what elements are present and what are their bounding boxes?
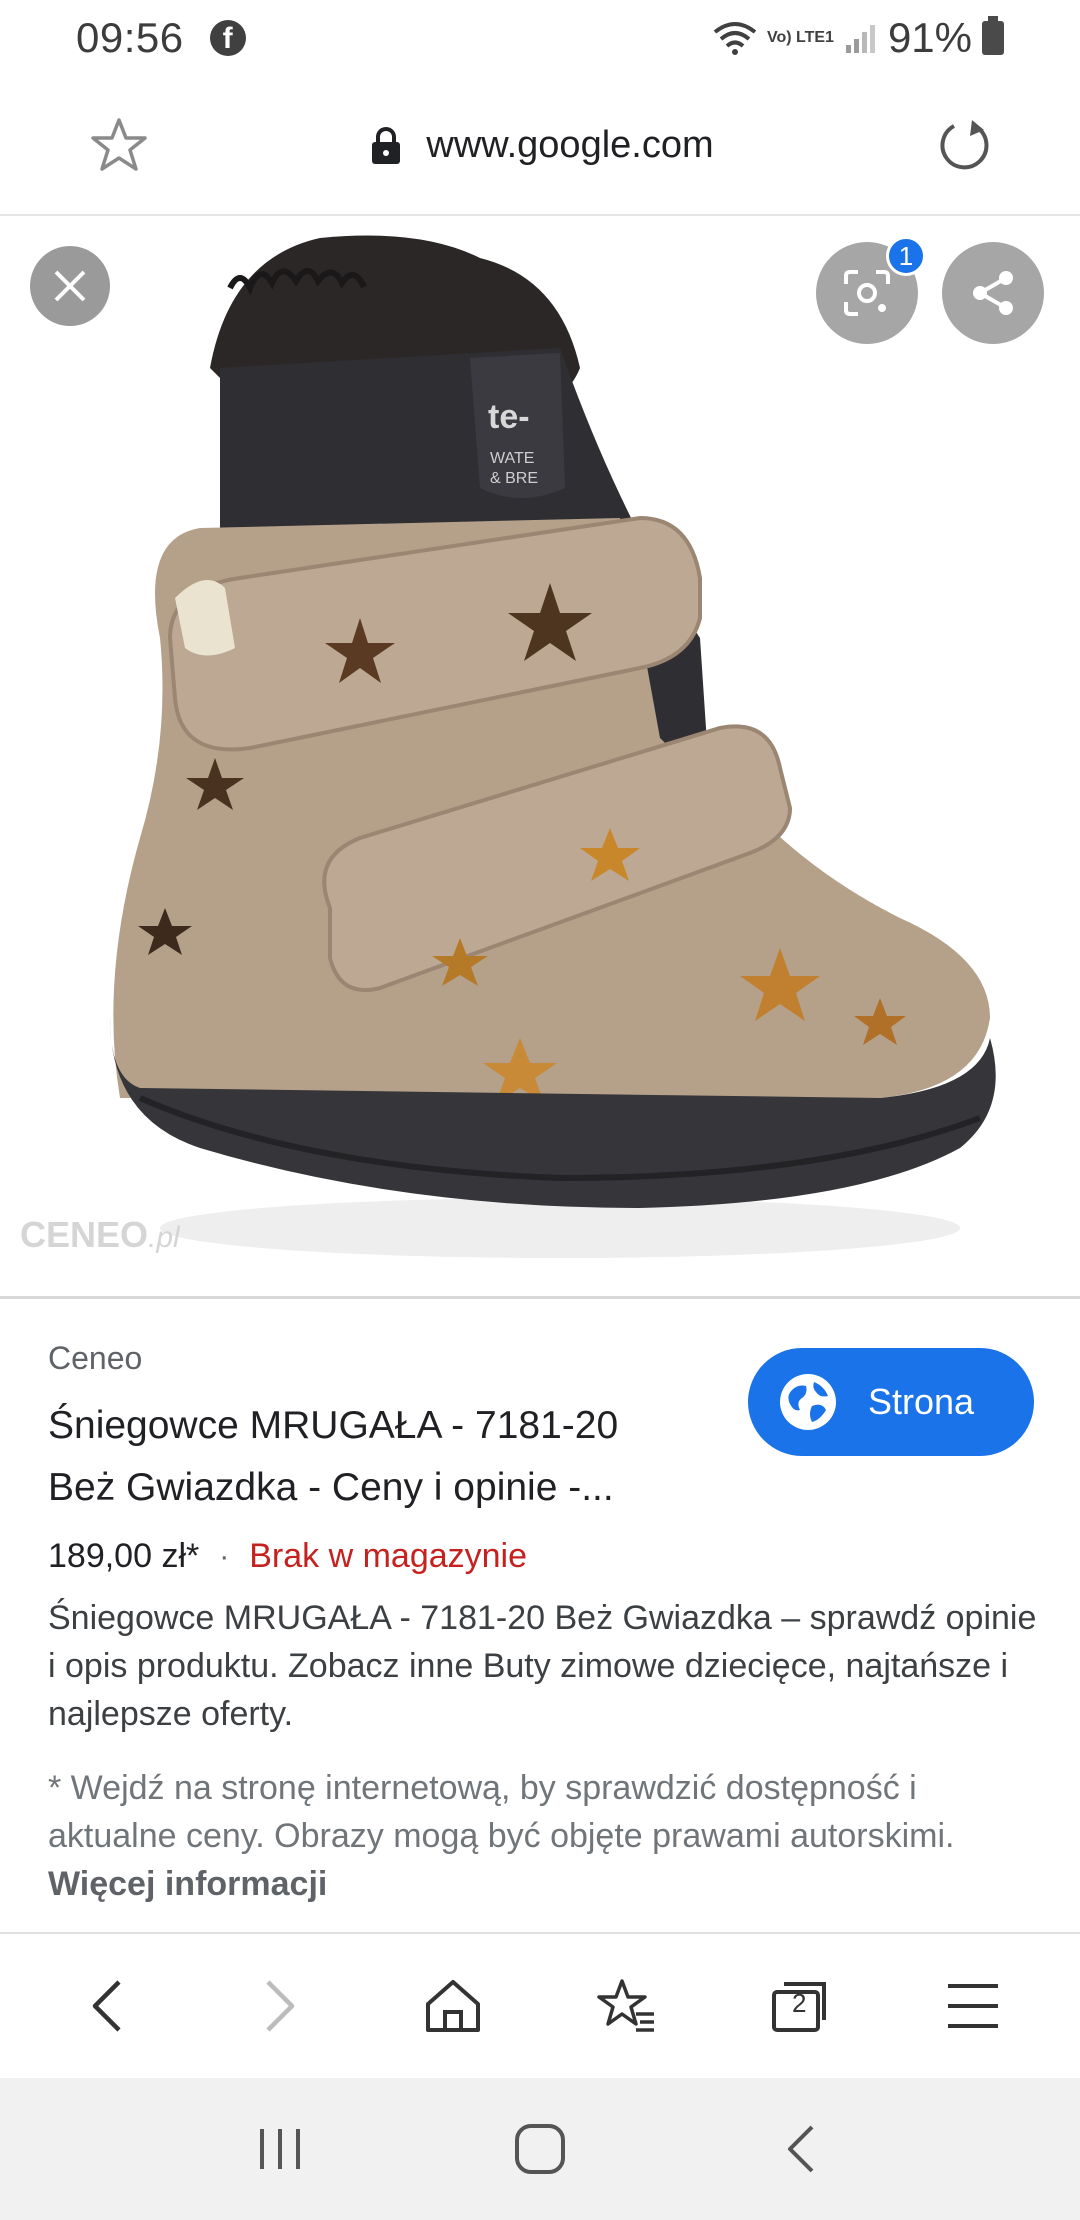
divider: [0, 1296, 1080, 1299]
price-row: 189,00 zł* · Brak w magazynie: [48, 1537, 1048, 1576]
browser-bottom-nav: 2: [0, 1932, 1080, 2078]
product-image: te- WATE & BRE: [110, 235, 996, 1258]
globe-icon: [780, 1374, 836, 1430]
back-button[interactable]: [47, 1946, 167, 2066]
system-home-button[interactable]: [480, 2089, 600, 2209]
close-image-button[interactable]: [30, 246, 110, 326]
image-viewer: te- WATE & BRE CENEO.pl 1: [0, 218, 1080, 1296]
result-title[interactable]: Śniegowce MRUGAŁA - 7181-20 Beż Gwiazdka…: [48, 1395, 728, 1519]
menu-icon: [948, 1984, 999, 2028]
svg-text:WATE: WATE: [490, 450, 534, 467]
menu-button[interactable]: [913, 1946, 1033, 2066]
signal-icon: [845, 25, 875, 53]
result-info: Ceneo Śniegowce MRUGAŁA - 7181-20 Beż Gw…: [48, 1340, 1048, 1908]
more-info-link[interactable]: Więcej informacji: [48, 1865, 327, 1903]
bookmarks-icon: [596, 1979, 654, 2032]
network-label: Vo) LTE1: [766, 29, 834, 46]
watermark-main: CENEO: [20, 1214, 149, 1255]
battery-icon: [982, 16, 1004, 55]
separator-dot: ·: [219, 1539, 230, 1573]
status-left: 09:56 f: [76, 14, 246, 62]
facebook-icon: f: [209, 20, 246, 56]
watermark-suffix: .pl: [148, 1221, 180, 1254]
home-circle-icon: [515, 2124, 565, 2174]
url-text[interactable]: www.google.com: [426, 124, 713, 167]
share-button[interactable]: [942, 242, 1044, 344]
star-icon[interactable]: [90, 117, 148, 173]
recents-button[interactable]: [220, 2089, 340, 2209]
svg-text:te-: te-: [488, 398, 530, 436]
stock-status: Brak w magazynie: [249, 1537, 528, 1575]
home-icon: [426, 1980, 481, 2032]
price: 189,00 zł*: [48, 1537, 200, 1575]
wifi-icon: [713, 22, 757, 55]
svg-text:& BRE: & BRE: [490, 470, 538, 487]
tabs-count: 2: [791, 1988, 807, 2018]
close-icon: [54, 270, 86, 302]
url-field[interactable]: www.google.com: [370, 124, 714, 167]
forward-icon: [266, 1980, 295, 2032]
visit-site-button[interactable]: Strona: [748, 1348, 1034, 1456]
lens-icon: [844, 270, 890, 316]
back-icon: [92, 1980, 121, 2032]
system-back-icon: [788, 2125, 814, 2173]
status-right: Vo) LTE1 91%: [713, 14, 1004, 62]
status-time: 09:56: [76, 14, 184, 61]
system-nav-bar: [0, 2078, 1080, 2220]
url-bar: www.google.com: [0, 76, 1080, 216]
copyright-note: * Wejdź na stronę internetową, by sprawd…: [48, 1764, 1048, 1908]
visit-site-label[interactable]: Strona: [868, 1381, 974, 1423]
lens-badge: 1: [886, 236, 926, 276]
recents-icon: [260, 2129, 300, 2169]
reload-icon[interactable]: [936, 116, 994, 174]
battery-percent: 91%: [887, 14, 972, 61]
tabs-button[interactable]: 2: [740, 1946, 860, 2066]
result-description: Śniegowce MRUGAŁA - 7181-20 Beż Gwiazdka…: [48, 1599, 1037, 1733]
image-watermark: CENEO.pl: [20, 1214, 180, 1256]
result-title-line2[interactable]: Beż Gwiazdka - Ceny i opinie -...: [48, 1457, 728, 1519]
bookmarks-button[interactable]: [567, 1946, 687, 2066]
share-icon: [973, 271, 1013, 315]
system-back-button[interactable]: [740, 2089, 860, 2209]
note-text: * Wejdź na stronę internetową, by sprawd…: [48, 1769, 955, 1855]
forward-button[interactable]: [220, 1946, 340, 2066]
result-title-line1[interactable]: Śniegowce MRUGAŁA - 7181-20: [48, 1395, 728, 1457]
status-bar: 09:56 f Vo) LTE1 91%: [0, 0, 1080, 76]
lock-icon: [372, 127, 401, 164]
home-button[interactable]: [393, 1946, 513, 2066]
